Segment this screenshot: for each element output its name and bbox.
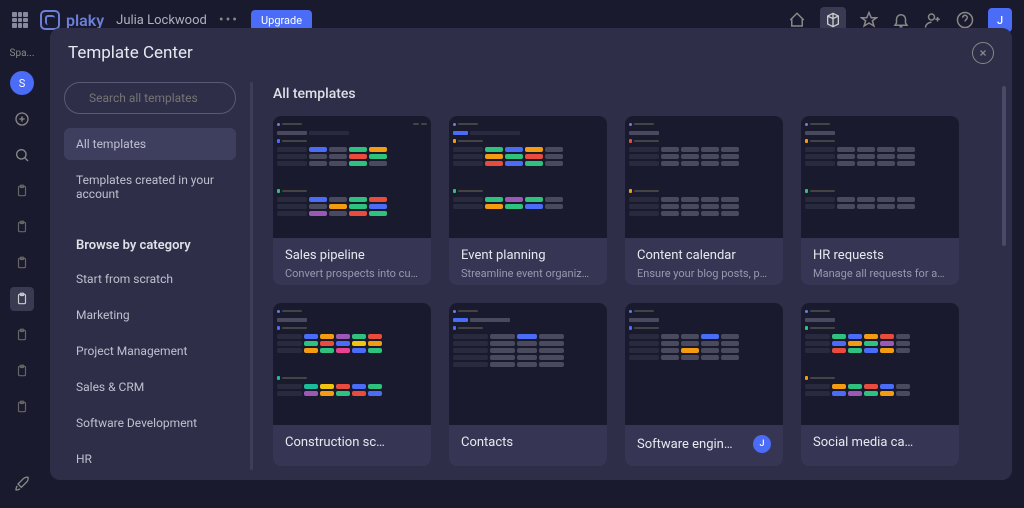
template-desc: Manage all requests for a v… xyxy=(813,267,947,280)
left-sidenav: Spa... S xyxy=(0,40,44,508)
template-card-hr-requests[interactable]: HR requests Manage all requests for a v… xyxy=(801,116,959,285)
category-marketing[interactable]: Marketing xyxy=(64,299,236,331)
template-title: Software engin… xyxy=(637,437,733,452)
template-thumbnail xyxy=(801,303,959,425)
app-logo[interactable]: plaky xyxy=(40,10,104,30)
home-icon[interactable] xyxy=(788,11,806,29)
template-desc: Convert prospects into cust… xyxy=(285,267,419,280)
template-title: Contacts xyxy=(461,435,595,450)
close-button[interactable] xyxy=(972,42,994,64)
template-card-content-calendar[interactable]: Content calendar Ensure your blog posts,… xyxy=(625,116,783,285)
search-input-wrap[interactable] xyxy=(64,82,236,114)
template-card-sales-pipeline[interactable]: Sales pipeline Convert prospects into cu… xyxy=(273,116,431,285)
workspace-badge[interactable]: S xyxy=(10,71,34,95)
invite-user-icon[interactable] xyxy=(924,11,942,29)
add-icon[interactable] xyxy=(10,107,34,131)
template-thumbnail xyxy=(801,116,959,238)
sidenav-label: Spa... xyxy=(10,48,35,59)
modal-header: Template Center xyxy=(50,28,1012,72)
template-owner-avatar: J xyxy=(753,435,771,453)
category-software[interactable]: Software Development xyxy=(64,407,236,439)
clipboard-icon[interactable] xyxy=(10,359,34,383)
template-title: Construction sc… xyxy=(285,435,419,450)
app-name: plaky xyxy=(66,11,104,30)
clipboard-icon[interactable] xyxy=(10,215,34,239)
template-thumbnail xyxy=(625,303,783,425)
template-title: Sales pipeline xyxy=(285,248,419,263)
help-icon[interactable] xyxy=(956,11,974,29)
template-thumbnail xyxy=(273,116,431,238)
category-scratch[interactable]: Start from scratch xyxy=(64,263,236,295)
modal-title: Template Center xyxy=(68,43,193,63)
category-sales[interactable]: Sales & CRM xyxy=(64,371,236,403)
template-desc: Streamline event organizati… xyxy=(461,267,595,280)
template-title: Social media ca… xyxy=(813,435,947,450)
bell-icon[interactable] xyxy=(892,11,910,29)
more-dots-icon[interactable]: ••• xyxy=(219,12,239,28)
modal-sidebar: All templates Templates created in your … xyxy=(50,72,250,480)
search-nav-icon[interactable] xyxy=(10,143,34,167)
star-icon[interactable] xyxy=(860,11,878,29)
template-card-social-media[interactable]: Social media ca… xyxy=(801,303,959,466)
templates-grid: Sales pipeline Convert prospects into cu… xyxy=(273,116,1012,466)
template-title: Content calendar xyxy=(637,248,771,263)
sidebar-item-created[interactable]: Templates created in your account xyxy=(64,164,236,210)
templates-area: All templates xyxy=(253,72,1012,480)
template-card-software-engineering[interactable]: Software engin… J xyxy=(625,303,783,466)
logo-icon xyxy=(40,10,60,30)
category-hr[interactable]: HR xyxy=(64,443,236,475)
category-heading: Browse by category xyxy=(64,230,236,259)
template-title: HR requests xyxy=(813,248,947,263)
template-title: Event planning xyxy=(461,248,595,263)
username[interactable]: Julia Lockwood xyxy=(116,13,207,28)
clipboard-icon[interactable] xyxy=(10,323,34,347)
template-desc: Ensure your blog posts, pub… xyxy=(637,267,771,280)
category-pm[interactable]: Project Management xyxy=(64,335,236,367)
template-card-construction[interactable]: Construction sc… xyxy=(273,303,431,466)
template-thumbnail xyxy=(625,116,783,238)
template-thumbnail xyxy=(449,116,607,238)
template-card-contacts[interactable]: Contacts xyxy=(449,303,607,466)
close-icon xyxy=(978,48,988,58)
template-center-modal: Template Center All templates Templates … xyxy=(50,28,1012,480)
content-scrollbar[interactable] xyxy=(1002,86,1006,246)
search-input[interactable] xyxy=(89,91,245,105)
clipboard-icon-active[interactable] xyxy=(10,287,34,311)
template-thumbnail xyxy=(449,303,607,425)
template-card-event-planning[interactable]: Event planning Streamline event organiza… xyxy=(449,116,607,285)
clipboard-icon[interactable] xyxy=(10,251,34,275)
rocket-icon[interactable] xyxy=(10,472,34,496)
template-thumbnail xyxy=(273,303,431,425)
clipboard-icon[interactable] xyxy=(10,179,34,203)
clipboard-icon[interactable] xyxy=(10,395,34,419)
templates-heading: All templates xyxy=(273,86,1012,102)
sidebar-item-all-templates[interactable]: All templates xyxy=(64,128,236,160)
app-switcher-icon[interactable] xyxy=(12,12,28,28)
